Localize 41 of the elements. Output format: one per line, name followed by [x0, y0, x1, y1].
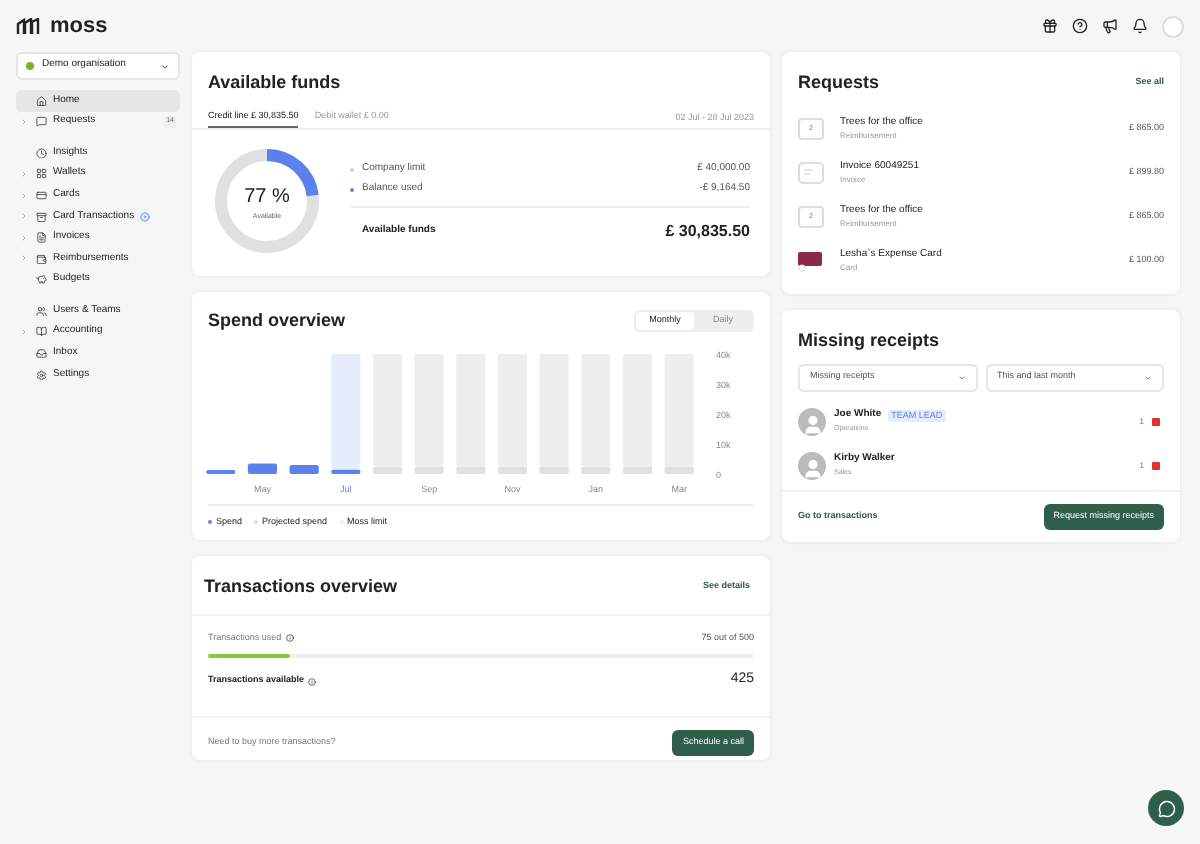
card-title: Spend overview [208, 308, 346, 334]
bar [289, 464, 319, 473]
chevron-down-icon [160, 61, 170, 71]
avatar [798, 407, 826, 435]
megaphone-icon[interactable] [1102, 18, 1118, 34]
avatar [798, 451, 826, 479]
grid-icon [36, 168, 47, 180]
notifications-icon[interactable] [1132, 18, 1148, 34]
piggy-bank-icon [36, 274, 47, 286]
invoice-icon [798, 162, 824, 184]
wallet-icon [36, 253, 47, 265]
total-value: £ 30,835.50 [665, 219, 750, 244]
settings-icon [36, 369, 47, 381]
bar [247, 462, 278, 473]
donut-chart [212, 146, 322, 257]
info-icon [285, 633, 294, 642]
receipt-alert-icon [1152, 417, 1160, 425]
logo-text: moss [50, 11, 108, 42]
card-title: Requests [798, 70, 880, 96]
card-title: Available funds [206, 70, 343, 96]
chat-button[interactable] [1148, 790, 1184, 826]
gift-icon[interactable] [1042, 18, 1058, 34]
archive-icon [36, 211, 47, 223]
percentage: 77 % [244, 183, 290, 212]
card-icon [36, 189, 47, 201]
home-icon [36, 95, 47, 107]
info-icon [308, 677, 317, 685]
chat-icon [36, 116, 47, 128]
users-icon [36, 305, 47, 317]
help-icon[interactable] [1072, 18, 1088, 34]
logo-icon [16, 17, 42, 35]
card-icon [798, 250, 824, 272]
card-title: Transactions overview [204, 574, 398, 600]
inbox-icon [36, 348, 47, 360]
clock-icon [36, 147, 47, 159]
status-dot-icon [140, 211, 151, 222]
card-title: Missing receipts [796, 328, 942, 354]
chat-icon [1157, 799, 1175, 817]
document-icon [36, 232, 47, 244]
receipt-alert-icon [1152, 461, 1160, 469]
book-icon [36, 326, 47, 338]
